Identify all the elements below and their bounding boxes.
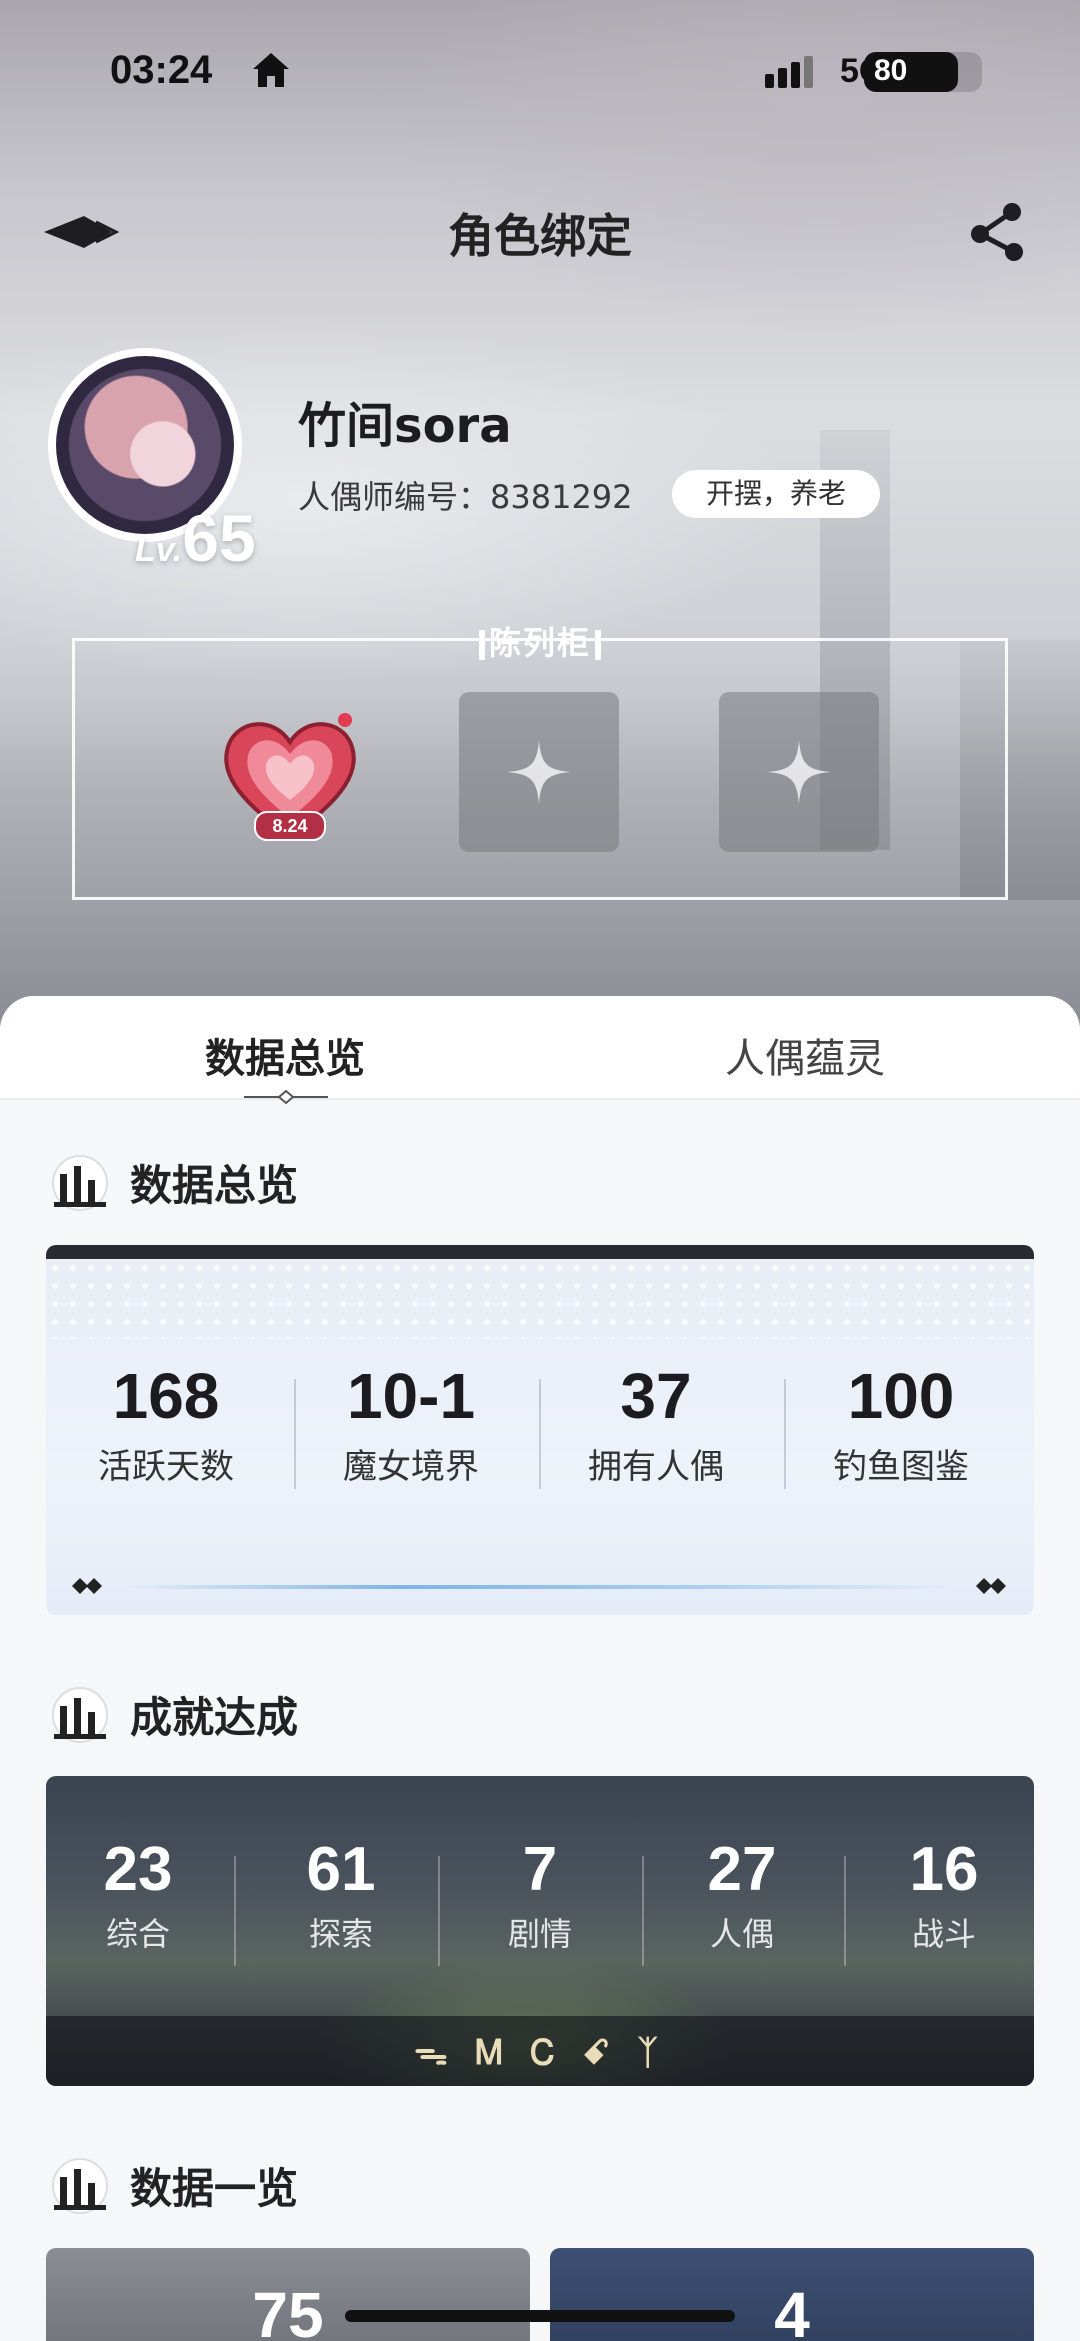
showcase-empty-slot[interactable] (459, 692, 619, 852)
data-list-card[interactable]: 75 (46, 2248, 530, 2341)
page-title: 角色绑定 (448, 209, 632, 263)
section-pillar-icon (52, 2157, 108, 2214)
stat-active-days: 168 活跃天数 (56, 1359, 276, 1488)
tab-active-indicator (244, 1090, 328, 1104)
stat-value: 37 (620, 1360, 692, 1432)
level-number: 65 (182, 501, 256, 575)
heart-badge-icon[interactable]: 8.24 (215, 708, 365, 848)
achievement-combat: 16 战斗 (854, 1834, 1034, 1955)
username: 竹间sora (298, 398, 512, 454)
level-badge: Lv.65 (135, 500, 256, 576)
stat-label: 魔女境界 (343, 1447, 479, 1487)
section-pillar-icon (52, 1686, 108, 1743)
achievement-label: 人偶 (709, 1915, 774, 1953)
section-title-text: 数据总览 (130, 1161, 299, 1210)
achievement-value: 7 (522, 1835, 558, 1904)
section-title-text: 数据一览 (130, 2164, 299, 2213)
showcase-empty-slot[interactable] (719, 692, 879, 852)
achievement-label: 综合 (105, 1915, 170, 1953)
tab-doll-spirit[interactable]: 人偶蕴灵 (605, 1026, 1005, 1084)
achievement-story: 7 剧情 (450, 1834, 630, 1955)
stat-label: 钓鱼图鉴 (833, 1447, 969, 1487)
section-title-text: 成就达成 (130, 1693, 299, 1742)
section-title-achievements: 成就达成 (46, 1684, 298, 1745)
section-pillar-icon (52, 1154, 108, 1211)
data-list-card[interactable]: 4 (550, 2248, 1034, 2341)
stat-value: 168 (112, 1360, 220, 1432)
sparkle-plus-icon (767, 740, 831, 804)
battery-indicator: 80 (864, 52, 982, 92)
achievement-value: 16 (909, 1835, 979, 1904)
overview-card: 168 活跃天数 10-1 魔女境界 37 拥有人偶 100 钓鱼图鉴 (46, 1245, 1034, 1615)
rune-inscription: ᯓ Ꮇ Ꮯ ꗃ ᛉ (414, 2033, 666, 2073)
home-indicator[interactable] (345, 2310, 735, 2322)
divider-line (126, 1585, 956, 1589)
achievement-value: 23 (103, 1835, 173, 1904)
stat-value: 10-1 (346, 1360, 476, 1432)
section-title-data-list: 数据一览 (46, 2155, 298, 2216)
section-title-overview: 数据总览 (46, 1152, 298, 1213)
achievement-label: 战斗 (911, 1915, 976, 1953)
tab-bar: 数据总览 人偶蕴灵 (0, 996, 1080, 1100)
home-icon (253, 53, 289, 87)
share-icon[interactable] (966, 200, 1030, 264)
user-id: 人偶师编号：8381292 (298, 478, 633, 516)
signal-icon (765, 56, 813, 88)
achievement-value: 27 (707, 1835, 777, 1904)
battery-level: 80 (874, 54, 908, 87)
level-prefix: Lv. (135, 531, 183, 569)
motto-badge: 开摆，养老 (672, 470, 881, 518)
showcase-title-wrap: 陈列柜 (457, 618, 623, 664)
sparkle-plus-icon (507, 740, 571, 804)
stat-witch-realm: 10-1 魔女境界 (301, 1359, 521, 1488)
showcase-title: 陈列柜 (488, 624, 591, 662)
stat-label: 活跃天数 (98, 1447, 234, 1487)
achievement-label: 剧情 (507, 1915, 572, 1953)
diamond-ornament-icon (72, 1578, 102, 1594)
stat-label: 拥有人偶 (588, 1447, 724, 1487)
status-time: 03:24 (110, 48, 213, 92)
achievement-overall: 23 综合 (48, 1834, 228, 1955)
stat-fishing-compendium: 100 钓鱼图鉴 (791, 1359, 1011, 1488)
stat-dolls-owned: 37 拥有人偶 (546, 1359, 766, 1488)
tab-data-overview[interactable]: 数据总览 (85, 1026, 485, 1084)
heart-badge-label: 8.24 (272, 816, 307, 836)
achievement-exploration: 61 探索 (251, 1834, 431, 1955)
stat-value: 100 (847, 1360, 955, 1432)
showcase-header: 陈列柜 (0, 618, 1080, 664)
diamond-ornament-icon (976, 1578, 1006, 1594)
achievement-value: 61 (306, 1835, 376, 1904)
achievement-label: 探索 (308, 1915, 373, 1953)
achievement-dolls: 27 人偶 (652, 1834, 832, 1955)
achievements-card[interactable]: 23 综合 61 探索 7 剧情 27 人偶 16 战斗 ᯓ Ꮇ Ꮯ ꗃ ᛉ (46, 1776, 1034, 2086)
